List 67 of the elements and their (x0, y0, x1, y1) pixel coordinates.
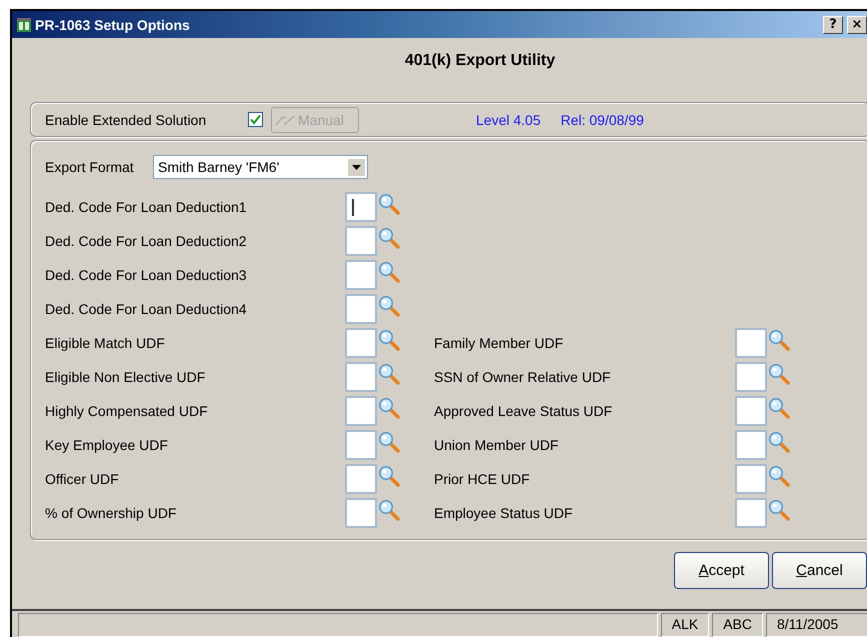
field-label: Export Format (45, 159, 135, 175)
field-label: Union Member UDF (434, 437, 560, 453)
search-icon[interactable] (378, 295, 400, 317)
status-pane: 8/11/2005 (766, 613, 867, 637)
text-cursor (352, 199, 354, 216)
field-label: Highly Compensated UDF (45, 403, 209, 419)
search-icon[interactable] (768, 363, 790, 385)
input-field[interactable] (345, 464, 377, 494)
field-label: Officer UDF (45, 471, 120, 487)
input-field[interactable] (345, 396, 377, 426)
version-text: Level 4.05 (476, 112, 541, 128)
field-label: Approved Leave Status UDF (434, 403, 614, 419)
field-label: Ded. Code For Loan Deduction1 (45, 199, 248, 215)
field-label: Family Member UDF (434, 335, 564, 351)
input-field[interactable] (345, 362, 377, 392)
dialog-button[interactable]: Accept (674, 552, 769, 589)
input-field[interactable] (345, 430, 377, 460)
search-icon[interactable] (768, 329, 790, 351)
search-icon[interactable] (378, 227, 400, 249)
input-field[interactable] (345, 192, 377, 222)
release-date: Rel: 09/08/99 (560, 112, 644, 128)
search-icon[interactable] (378, 431, 400, 453)
field-label: Key Employee UDF (45, 437, 169, 453)
search-icon[interactable] (378, 465, 400, 487)
input-field[interactable] (345, 226, 377, 256)
input-field[interactable] (345, 294, 377, 324)
input-field[interactable] (735, 498, 767, 528)
app-icon (16, 16, 32, 32)
input-field[interactable] (345, 260, 377, 290)
input-field[interactable] (345, 328, 377, 358)
close-button[interactable]: × (847, 16, 867, 34)
input-field[interactable] (735, 430, 767, 460)
dialog-heading: 401(k) Export Utility (404, 52, 556, 70)
field-label: Ded. Code For Loan Deduction3 (45, 267, 248, 283)
input-field[interactable] (735, 362, 767, 392)
field-label: Ded. Code For Loan Deduction2 (45, 233, 248, 249)
field-label: SSN of Owner Relative UDF (434, 369, 612, 385)
search-icon[interactable] (378, 193, 400, 215)
search-icon[interactable] (768, 397, 790, 419)
search-icon[interactable] (378, 329, 400, 351)
search-icon[interactable] (378, 363, 400, 385)
field-label: Prior HCE UDF (434, 471, 531, 487)
input-field[interactable] (735, 464, 767, 494)
search-icon[interactable] (378, 499, 400, 521)
status-pane: ALK (660, 613, 710, 637)
pen-icon (274, 112, 296, 126)
input-field[interactable] (345, 498, 377, 528)
checkbox[interactable] (248, 112, 263, 127)
check-icon (250, 114, 261, 125)
export-format-dropdown[interactable]: Smith Barney 'FM6' (153, 155, 368, 179)
input-field[interactable] (735, 396, 767, 426)
search-icon[interactable] (378, 397, 400, 419)
field-label: Eligible Match UDF (45, 335, 166, 351)
help-button[interactable]: ? (823, 16, 843, 34)
search-icon[interactable] (768, 499, 790, 521)
search-icon[interactable] (768, 431, 790, 453)
input-field[interactable] (735, 328, 767, 358)
field-label: Ded. Code For Loan Deduction4 (45, 301, 248, 317)
field-label: Enable Extended Solution (45, 112, 208, 128)
field-label: % of Ownership UDF (45, 505, 178, 521)
status-pane: ABC (712, 613, 763, 637)
search-icon[interactable] (378, 261, 400, 283)
field-label: Eligible Non Elective UDF (45, 369, 206, 385)
search-icon[interactable] (768, 465, 790, 487)
field-label: Employee Status UDF (434, 505, 574, 521)
window-title: PR-1063 Setup Options (35, 16, 190, 32)
dialog-button[interactable]: Cancel (772, 552, 867, 589)
